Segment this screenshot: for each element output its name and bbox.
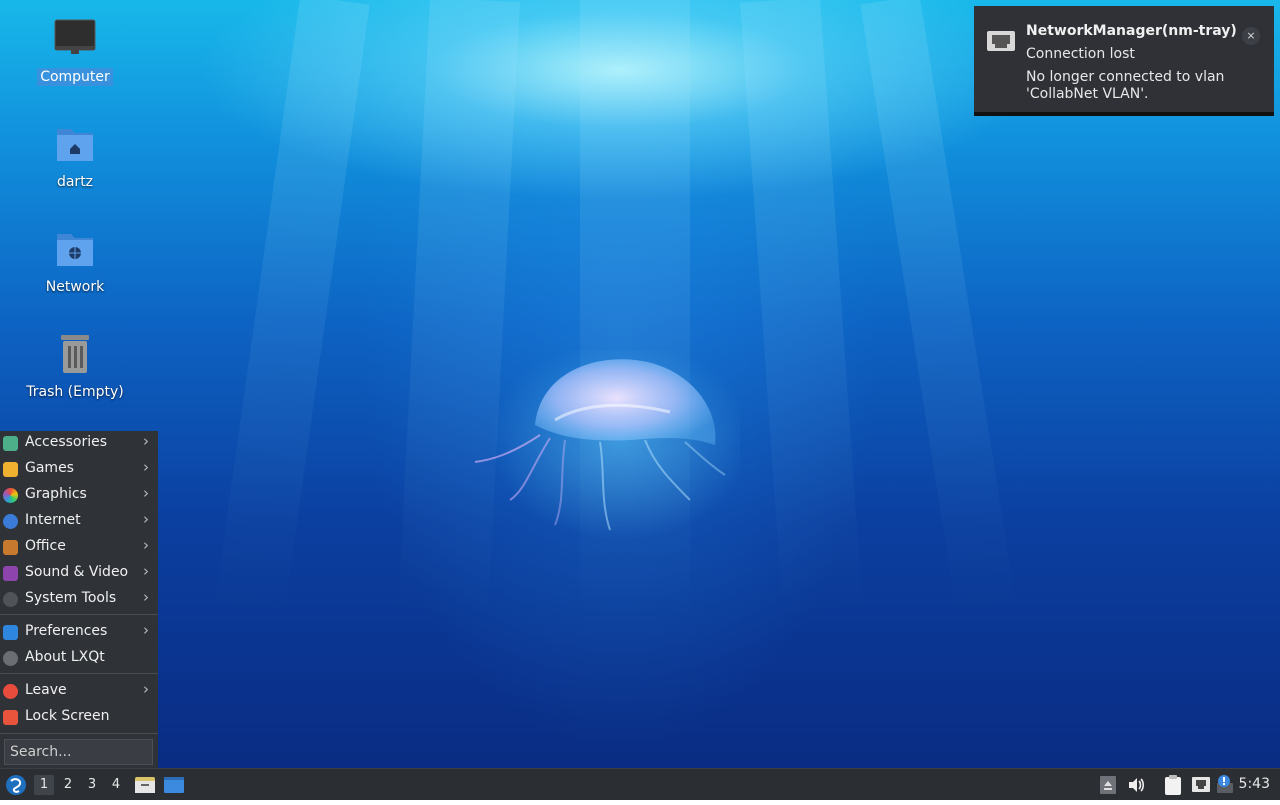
desktop-icon-label: Computer xyxy=(37,68,113,86)
volume-tray[interactable] xyxy=(1126,769,1146,801)
notification-title: NetworkManager(nm-tray) xyxy=(1026,23,1237,39)
notification-popup[interactable]: NetworkManager(nm-tray) Connection lost … xyxy=(974,6,1274,116)
menu-separator xyxy=(0,673,158,674)
leave-icon xyxy=(3,684,18,699)
workspace-3[interactable]: 3 xyxy=(82,775,102,795)
close-icon[interactable]: × xyxy=(1242,27,1260,45)
system-tools-icon xyxy=(3,592,18,607)
chevron-right-icon: › xyxy=(143,562,149,580)
chevron-right-icon: › xyxy=(143,536,149,554)
menu-item-graphics[interactable]: Graphics › xyxy=(0,483,158,507)
menu-item-label: Graphics xyxy=(25,486,87,502)
menu-item-label: Lock Screen xyxy=(25,708,110,724)
eject-icon xyxy=(1100,776,1116,794)
clipboard-icon xyxy=(1165,775,1181,795)
accessories-icon xyxy=(3,436,18,451)
preferences-icon xyxy=(3,625,18,640)
sound-video-icon xyxy=(3,566,18,581)
chevron-right-icon: › xyxy=(143,510,149,528)
network-wired-icon xyxy=(1192,777,1210,792)
menu-separator xyxy=(0,614,158,615)
menu-item-about-lxqt[interactable]: About LXQt xyxy=(0,646,158,670)
chevron-right-icon: › xyxy=(143,484,149,502)
trash-icon xyxy=(51,331,99,379)
volume-icon xyxy=(1129,778,1145,792)
menu-item-office[interactable]: Office › xyxy=(0,535,158,559)
network-folder-icon xyxy=(51,226,99,274)
start-menu-button[interactable] xyxy=(4,769,28,801)
menu-item-sound-video[interactable]: Sound & Video › xyxy=(0,561,158,585)
home-folder-icon xyxy=(51,121,99,169)
menu-separator xyxy=(0,733,158,734)
menu-item-label: Games xyxy=(25,460,74,476)
desktop-icon-computer[interactable]: Computer xyxy=(20,16,130,86)
show-desktop-button[interactable] xyxy=(162,769,186,801)
desktop-icon-network[interactable]: Network xyxy=(20,226,130,296)
workspace-1[interactable]: 1 xyxy=(34,775,54,795)
menu-item-preferences[interactable]: Preferences › xyxy=(0,620,158,644)
network-wired-icon xyxy=(986,30,1016,54)
menu-item-label: About LXQt xyxy=(25,649,105,665)
about-icon xyxy=(3,651,18,666)
menu-item-accessories[interactable]: Accessories › xyxy=(0,431,158,455)
chevron-right-icon: › xyxy=(143,588,149,606)
menu-item-label: Accessories xyxy=(25,434,108,450)
desktop-icon-label: Trash (Empty) xyxy=(26,384,124,400)
taskbar: 1 2 3 4 5:43 xyxy=(0,768,1280,800)
menu-item-label: Leave xyxy=(25,682,67,698)
chevron-right-icon: › xyxy=(143,621,149,639)
menu-item-internet[interactable]: Internet › xyxy=(0,509,158,533)
graphics-icon xyxy=(3,488,18,503)
desktop-icon-label: dartz xyxy=(56,174,94,190)
menu-item-label: Office xyxy=(25,538,66,554)
computer-icon xyxy=(51,16,99,64)
network-tray[interactable] xyxy=(1190,769,1212,801)
light-ray xyxy=(214,0,370,619)
menu-item-label: Sound & Video xyxy=(25,564,129,580)
menu-item-lock-screen[interactable]: Lock Screen xyxy=(0,705,158,729)
menu-search-input[interactable]: Search... xyxy=(4,739,153,765)
menu-item-label: Internet xyxy=(25,512,81,528)
jellyfish-image xyxy=(474,350,740,540)
menu-item-label: Preferences xyxy=(25,623,108,639)
menu-item-system-tools[interactable]: System Tools › xyxy=(0,587,158,611)
desktop-icon-label: Network xyxy=(45,279,105,295)
show-desktop-icon xyxy=(164,777,184,793)
file-manager-icon xyxy=(135,777,155,793)
menu-item-label: System Tools xyxy=(25,590,117,606)
chevron-right-icon: › xyxy=(143,458,149,476)
menu-item-leave[interactable]: Leave › xyxy=(0,679,158,703)
lxqt-logo-icon xyxy=(6,775,26,795)
notifications-tray[interactable] xyxy=(1216,769,1236,801)
file-manager-launcher[interactable] xyxy=(134,769,156,801)
desktop-icon-home-folder[interactable]: dartz xyxy=(20,121,130,191)
clipboard-tray[interactable] xyxy=(1162,769,1184,801)
notification-subtitle: Connection lost xyxy=(1026,46,1135,62)
internet-icon xyxy=(3,514,18,529)
games-icon xyxy=(3,462,18,477)
lock-icon xyxy=(3,710,18,725)
removable-media-tray[interactable] xyxy=(1098,769,1118,801)
chevron-right-icon: › xyxy=(143,680,149,698)
clock[interactable]: 5:43 xyxy=(1239,776,1270,792)
workspace-4[interactable]: 4 xyxy=(106,775,126,795)
menu-item-games[interactable]: Games › xyxy=(0,457,158,481)
chevron-right-icon: › xyxy=(143,432,149,450)
workspace-2[interactable]: 2 xyxy=(58,775,78,795)
light-ray xyxy=(740,0,864,622)
office-icon xyxy=(3,540,18,555)
desktop-icon-trash[interactable]: Trash (Empty) xyxy=(20,331,130,401)
notification-icon xyxy=(1217,775,1233,793)
start-menu: Accessories › Games › Graphics › Interne… xyxy=(0,431,158,768)
notification-body: No longer connected to vlan 'CollabNet V… xyxy=(1026,69,1225,102)
